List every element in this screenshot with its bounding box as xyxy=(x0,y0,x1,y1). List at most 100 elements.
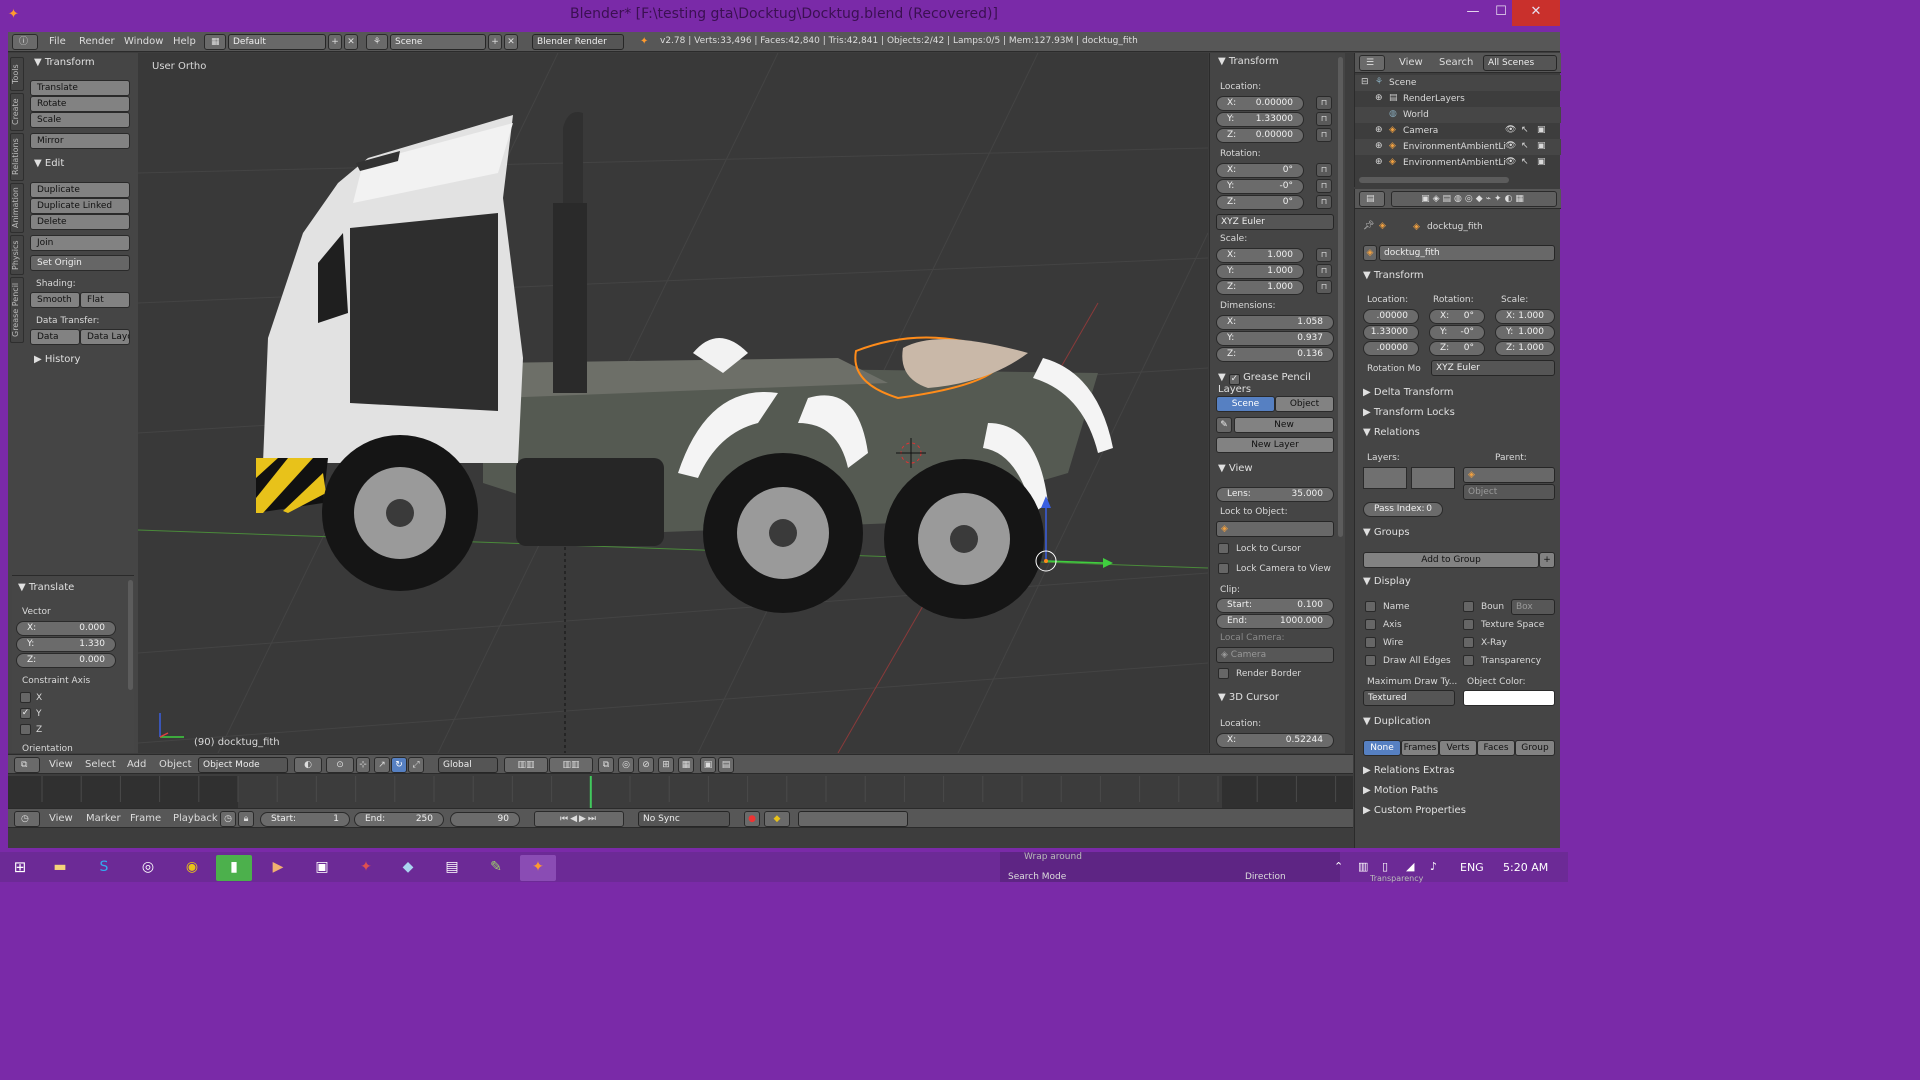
end-frame-field[interactable]: End: 250 xyxy=(354,812,444,827)
language-indicator[interactable]: ENG xyxy=(1460,861,1484,874)
preview-range-icon[interactable]: ◷ xyxy=(220,811,236,827)
vector-z-field[interactable]: Z: 0.000 xyxy=(16,653,116,668)
menu-marker[interactable]: Marker xyxy=(86,813,121,824)
manipulator-toggle-icon[interactable]: ⊹ xyxy=(356,757,370,773)
editor-type-icon[interactable]: ⓘ xyxy=(12,34,38,50)
menu-object[interactable]: Object xyxy=(159,759,192,770)
rotate-manipulator-icon[interactable]: ↻ xyxy=(391,757,407,773)
relations-extras-header[interactable]: ▶ Relations Extras xyxy=(1363,765,1455,776)
properties-editor-icon[interactable]: ▤ xyxy=(1359,191,1385,207)
transform-panel-header[interactable]: ▼ Transform xyxy=(34,57,95,68)
snap-icon[interactable]: ⊘ xyxy=(638,757,654,773)
3d-cursor-header[interactable]: ▼ 3D Cursor xyxy=(1218,692,1279,703)
lock-object-field[interactable]: ◈ xyxy=(1216,521,1334,537)
keying-set-icon[interactable]: ◆ xyxy=(764,811,790,827)
n-rotation-x-field[interactable]: X: 0° xyxy=(1216,163,1304,178)
prop-scale-z-field[interactable]: Z: 1.000 xyxy=(1495,341,1555,356)
playback-controls-icon[interactable]: ⏮◀▶⏭ xyxy=(534,811,624,827)
menu-frame[interactable]: Frame xyxy=(130,813,161,824)
custom-properties-header[interactable]: ▶ Custom Properties xyxy=(1363,805,1466,816)
parent-field[interactable]: ◈ xyxy=(1463,467,1555,483)
mirror-button[interactable]: Mirror xyxy=(30,133,130,149)
eye-icon[interactable]: 👁︎ xyxy=(1505,141,1516,151)
cursor-x-field[interactable]: X: 0.52244 xyxy=(1216,733,1334,748)
display-name-checkbox[interactable] xyxy=(1365,601,1376,612)
texture-space-checkbox[interactable] xyxy=(1463,619,1474,630)
lock-icon[interactable]: ⊓ xyxy=(1316,112,1332,126)
render-camera-icon[interactable]: ▣ xyxy=(1537,125,1546,135)
outliner-scrollbar[interactable] xyxy=(1359,177,1509,183)
groups-header[interactable]: ▼ Groups xyxy=(1363,527,1410,538)
chrome-icon[interactable]: ◉ xyxy=(174,855,210,881)
outliner-row-camera[interactable]: ⊕ ◈ Camera 👁︎ ↖ ▣ xyxy=(1355,123,1561,139)
menu-file[interactable]: File xyxy=(49,36,66,47)
outliner-row-world[interactable]: ◍ World xyxy=(1355,107,1561,123)
rotate-button[interactable]: Rotate xyxy=(30,96,130,112)
local-camera-field[interactable]: ◈ Camera xyxy=(1216,647,1334,663)
translate-manipulator-icon[interactable]: ↗ xyxy=(374,757,390,773)
tab-physics[interactable]: Physics xyxy=(10,235,24,275)
n-dimensions-z-field[interactable]: Z: 0.136 xyxy=(1216,347,1334,362)
volume-icon[interactable]: ♪ xyxy=(1430,860,1437,873)
render-camera-icon[interactable]: ▣ xyxy=(1537,141,1546,151)
layout-field[interactable]: Default xyxy=(228,34,326,50)
prop-scale-y-field[interactable]: Y: 1.000 xyxy=(1495,325,1555,340)
timeline-editor[interactable]: -50-40-30-20-100102030405060708090100110… xyxy=(8,776,1353,828)
menu-help[interactable]: Help xyxy=(173,36,196,47)
layer-buttons-left-icon[interactable]: ▥▥ xyxy=(504,757,548,773)
n-scale-y-field[interactable]: Y: 1.000 xyxy=(1216,264,1304,279)
motion-paths-header[interactable]: ▶ Motion Paths xyxy=(1363,785,1438,796)
steam-icon[interactable]: ◎ xyxy=(130,855,166,881)
dup-faces-button[interactable]: Faces xyxy=(1477,740,1515,756)
n-location-z-field[interactable]: Z: 0.00000 xyxy=(1216,128,1304,143)
grid-snap-icon[interactable]: ▦ xyxy=(678,757,694,773)
app-red-icon[interactable]: ✦ xyxy=(348,855,384,881)
gp-new-layer-button[interactable]: New Layer xyxy=(1216,437,1334,453)
layer-grid-1[interactable] xyxy=(1363,467,1407,489)
n-rotation-mode-select[interactable]: XYZ Euler xyxy=(1216,214,1334,230)
n-transform-header[interactable]: ▼ Transform xyxy=(1218,56,1279,67)
show-hidden-icons-icon[interactable]: ⌃ xyxy=(1334,860,1343,873)
n-location-y-field[interactable]: Y: 1.33000 xyxy=(1216,112,1304,127)
n-rotation-y-field[interactable]: Y: -0° xyxy=(1216,179,1304,194)
lock-icon[interactable]: ⊓ xyxy=(1316,195,1332,209)
active-keying-set-field[interactable] xyxy=(798,811,908,827)
dup-none-button[interactable]: None xyxy=(1363,740,1401,756)
prop-rotation-x-field[interactable]: X: 0° xyxy=(1429,309,1485,324)
orientation-select[interactable]: Global xyxy=(438,757,498,773)
constraint-z-checkbox[interactable] xyxy=(20,724,31,735)
lock-icon[interactable]: ⊓ xyxy=(1316,96,1332,110)
delta-transform-header[interactable]: ▶ Delta Transform xyxy=(1363,387,1453,398)
lock-icon[interactable]: ⊓ xyxy=(1316,280,1332,294)
menu-outliner-search[interactable]: Search xyxy=(1439,57,1473,68)
record-icon[interactable]: ● xyxy=(744,811,760,827)
expand-icon[interactable]: ⊕ xyxy=(1375,93,1383,103)
snap-target-icon[interactable]: ⊞ xyxy=(658,757,674,773)
pivot-icon[interactable]: ⊙ xyxy=(326,757,354,773)
menu-outliner-view[interactable]: View xyxy=(1399,57,1423,68)
set-origin-select[interactable]: Set Origin xyxy=(30,255,130,271)
cursor-select-icon[interactable]: ↖ xyxy=(1521,125,1529,135)
clip-start-field[interactable]: Start: 0.100 xyxy=(1216,598,1334,613)
smooth-button[interactable]: Smooth xyxy=(30,292,80,308)
join-button[interactable]: Join xyxy=(30,235,130,251)
constraint-y-checkbox[interactable]: ✓ xyxy=(20,708,31,719)
add-scene-icon[interactable]: + xyxy=(488,34,502,50)
mode-select[interactable]: Object Mode xyxy=(198,757,288,773)
expand-icon[interactable]: ⊕ xyxy=(1375,157,1383,167)
duplicate-linked-button[interactable]: Duplicate Linked xyxy=(30,198,130,214)
tab-animation[interactable]: Animation xyxy=(10,183,24,233)
prop-rotation-z-field[interactable]: Z: 0° xyxy=(1429,341,1485,356)
transform-manipulator-icon[interactable] xyxy=(1035,496,1113,572)
truck-model[interactable] xyxy=(256,112,1113,619)
prop-location-y-field[interactable]: 1.33000 xyxy=(1363,325,1419,340)
media-player-icon[interactable]: ▶ xyxy=(260,855,296,881)
current-frame-field[interactable]: 90 xyxy=(450,812,520,827)
scene-icon[interactable]: ⚘ xyxy=(366,34,388,50)
display-wire-checkbox[interactable] xyxy=(1365,637,1376,648)
transparency-checkbox[interactable] xyxy=(1463,655,1474,666)
prop-scale-x-field[interactable]: X: 1.000 xyxy=(1495,309,1555,324)
layer-buttons-right-icon[interactable]: ▥▥ xyxy=(549,757,593,773)
app-green-icon[interactable]: ▮ xyxy=(216,855,252,881)
gp-new-button[interactable]: New xyxy=(1234,417,1334,433)
